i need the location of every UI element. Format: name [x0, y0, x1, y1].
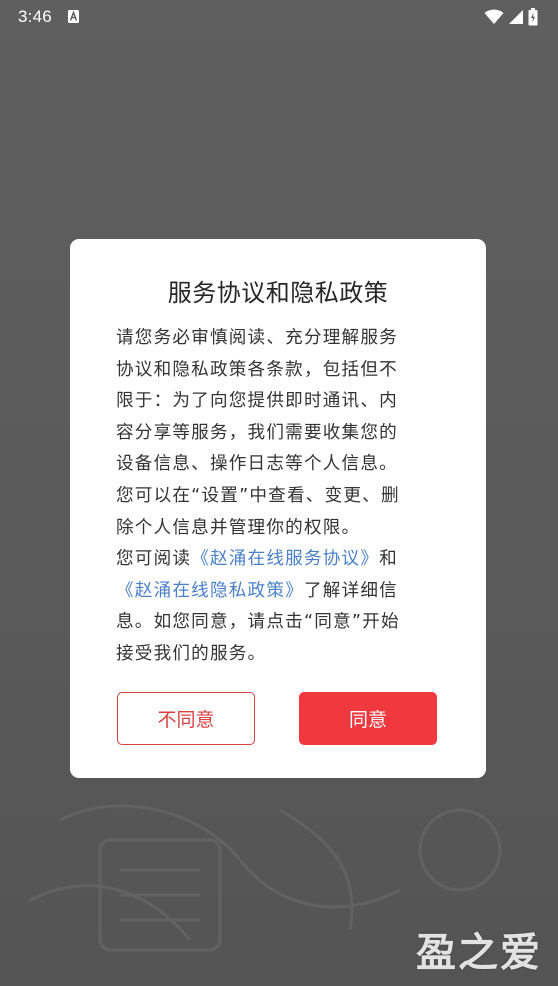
- body-text: 除个人信息并管理你的权限。: [116, 517, 361, 538]
- signal-icon: [509, 10, 523, 24]
- dialog-body-line: 容分享等服务，我们需要收集您的: [116, 418, 434, 450]
- body-text: 设备信息、操作日志等个人信息。: [116, 454, 398, 475]
- status-time: 3:46: [18, 7, 52, 26]
- dialog-title: 服务协议和隐私政策: [167, 279, 389, 307]
- status-icons: [484, 8, 538, 26]
- body-text: 了解详细信: [303, 580, 398, 601]
- dialog-body-line: 接受我们的服务。: [116, 639, 434, 671]
- body-text: 协议和隐私政策各条款，包括但不: [116, 359, 398, 380]
- body-text: 接受我们的服务。: [116, 643, 267, 664]
- dialog-body-line: 《赵涌在线隐私政策》了解详细信: [116, 576, 434, 608]
- dialog-body-line: 设备信息、操作日志等个人信息。: [116, 449, 434, 481]
- dialog-body-line: 除个人信息并管理你的权限。: [116, 513, 434, 545]
- body-text: 息。如您同意，请点击“同意”开始: [116, 612, 400, 633]
- battery-icon: [528, 8, 538, 26]
- service-agreement-link[interactable]: 《赵涌在线服务协议》: [191, 549, 379, 569]
- body-text: 和: [379, 549, 398, 570]
- dialog-body-line: 协议和隐私政策各条款，包括但不: [116, 355, 434, 387]
- body-text: 您可阅读: [116, 549, 192, 570]
- dialog-body-line: 您可以在“设置”中查看、变更、删: [116, 481, 434, 513]
- body-text: 您可以在“设置”中查看、变更、删: [116, 485, 400, 506]
- a-notification-icon: [68, 10, 79, 23]
- watermark: 盈之爱: [416, 930, 542, 976]
- disagree-button[interactable]: 不同意: [117, 692, 255, 745]
- dialog-body-line: 息。如您同意，请点击“同意”开始: [116, 607, 434, 639]
- status-bar: 3:46: [0, 0, 558, 34]
- body-text: 限于：为了向您提供即时通讯、内: [116, 391, 398, 412]
- wifi-icon: [484, 9, 504, 24]
- body-text: 容分享等服务，我们需要收集您的: [116, 422, 398, 443]
- privacy-policy-link[interactable]: 《赵涌在线隐私政策》: [116, 581, 304, 601]
- body-text: 请您务必审慎阅读、充分理解服务: [116, 328, 398, 348]
- agree-button[interactable]: 同意: [299, 692, 437, 745]
- privacy-policy-dialog: 服务协议和隐私政策 请您务必审慎阅读、充分理解服务 协议和隐私政策各条款，包括但不…: [70, 239, 486, 778]
- dialog-body-line: 您可阅读《赵涌在线服务协议》和: [116, 544, 434, 576]
- dialog-body-line: 限于：为了向您提供即时通讯、内: [116, 386, 434, 418]
- dialog-body-line: 请您务必审慎阅读、充分理解服务: [116, 323, 434, 355]
- dialog-body: 请您务必审慎阅读、充分理解服务 协议和隐私政策各条款，包括但不 限于：为了向您提供即…: [116, 323, 434, 671]
